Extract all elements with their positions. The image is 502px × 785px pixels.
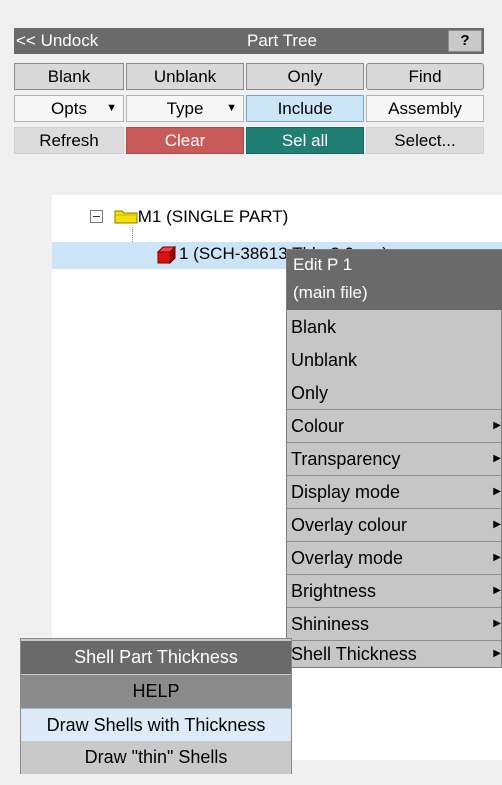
assembly-button[interactable]: Assembly: [366, 95, 484, 122]
type-label: Type: [166, 99, 204, 118]
submenu-arrow-icon: ▶: [493, 552, 501, 563]
refresh-button[interactable]: Refresh: [14, 127, 124, 154]
menu-item-transparency[interactable]: Transparency ▶: [291, 443, 502, 475]
only-button[interactable]: Only: [246, 63, 364, 90]
context-menu-subtitle: (main file): [293, 283, 368, 302]
menu-item-label: Shininess: [291, 614, 370, 634]
blank-button[interactable]: Blank: [14, 63, 124, 90]
part-tree-header: << Undock Part Tree ?: [14, 28, 484, 54]
part-context-menu: Edit P 1 (main file) Blank Unblank Only …: [286, 249, 502, 668]
submenu-arrow-icon: ▶: [493, 618, 501, 629]
chevron-down-icon: ▼: [106, 102, 117, 114]
menu-item-overlay-colour[interactable]: Overlay colour ▶: [291, 509, 502, 541]
help-button[interactable]: ?: [448, 30, 482, 52]
panel-title: Part Tree: [247, 31, 317, 50]
draw-thin-shells-option[interactable]: Draw "thin" Shells: [21, 741, 291, 774]
submenu-title: Shell Part Thickness: [21, 641, 291, 674]
collapse-icon[interactable]: [90, 210, 103, 223]
menu-item-unblank[interactable]: Unblank: [291, 344, 357, 376]
submenu-arrow-icon: ▶: [493, 648, 501, 659]
submenu-arrow-icon: ▶: [493, 420, 501, 431]
find-button[interactable]: Find: [366, 63, 484, 90]
context-menu-header: Edit P 1 (main file): [287, 250, 502, 310]
tree-node-m1[interactable]: M1 (SINGLE PART): [90, 207, 288, 227]
include-button[interactable]: Include: [246, 95, 364, 122]
unblank-button[interactable]: Unblank: [126, 63, 244, 90]
menu-item-label: Transparency: [291, 449, 401, 469]
draw-shells-with-thickness-option[interactable]: Draw Shells with Thickness: [21, 708, 291, 741]
clear-button[interactable]: Clear: [126, 127, 244, 154]
sel-all-button[interactable]: Sel all: [246, 127, 364, 154]
submenu-arrow-icon: ▶: [493, 585, 501, 596]
menu-item-label: Shell Thickness: [291, 644, 417, 664]
opts-dropdown[interactable]: Opts ▼: [14, 95, 124, 122]
select-button[interactable]: Select...: [366, 127, 484, 154]
shell-thickness-submenu: Shell Part Thickness HELP Draw Shells wi…: [20, 638, 292, 774]
menu-item-blank[interactable]: Blank: [291, 311, 336, 343]
menu-item-shell-thickness[interactable]: Shell Thickness ▶: [291, 638, 502, 670]
menu-item-display-mode[interactable]: Display mode ▶: [291, 476, 502, 508]
menu-item-label: Display mode: [291, 482, 401, 502]
undock-button[interactable]: << Undock: [16, 31, 98, 51]
menu-item-overlay-mode[interactable]: Overlay mode ▶: [291, 542, 502, 574]
submenu-arrow-icon: ▶: [493, 453, 501, 464]
menu-item-brightness[interactable]: Brightness ▶: [291, 575, 502, 607]
menu-item-only[interactable]: Only: [291, 377, 328, 409]
menu-item-shininess[interactable]: Shininess ▶: [291, 608, 502, 640]
menu-item-colour[interactable]: Colour ▶: [291, 410, 502, 442]
menu-item-label: Colour: [291, 416, 345, 436]
tree-node-label: M1 (SINGLE PART): [137, 207, 289, 226]
submenu-arrow-icon: ▶: [493, 486, 501, 497]
menu-item-label: Overlay colour: [291, 515, 408, 535]
part-cube-icon: [156, 246, 177, 264]
chevron-down-icon: ▼: [226, 102, 237, 114]
menu-item-label: Brightness: [291, 581, 377, 601]
folder-icon: [114, 210, 138, 224]
opts-label: Opts: [51, 99, 87, 118]
submenu-help-button[interactable]: HELP: [21, 675, 291, 708]
type-dropdown[interactable]: Type ▼: [126, 95, 244, 122]
submenu-arrow-icon: ▶: [493, 519, 501, 530]
menu-item-label: Overlay mode: [291, 548, 404, 568]
context-menu-title: Edit P 1: [293, 255, 353, 274]
